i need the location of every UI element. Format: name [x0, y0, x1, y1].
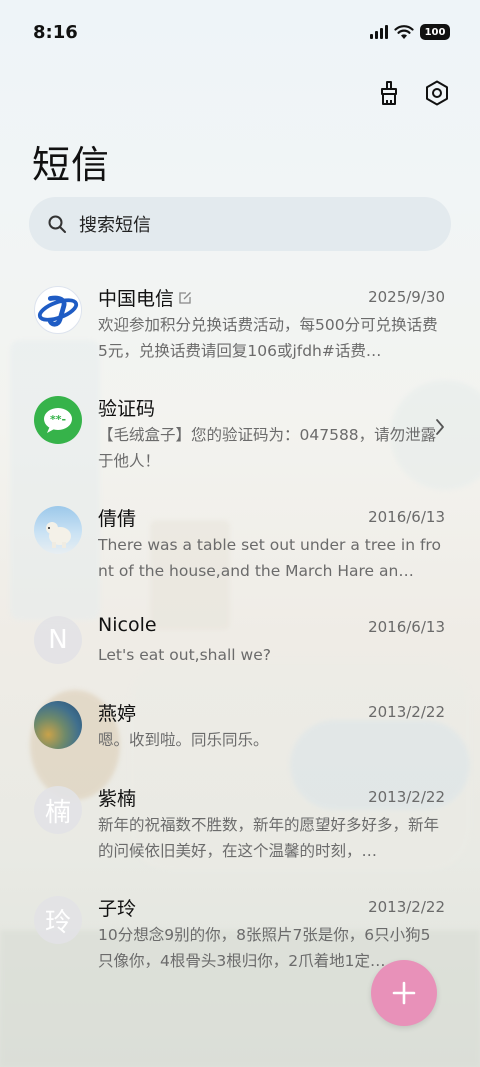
signal-icon: [370, 25, 388, 39]
conversation-item[interactable]: 中国电信 2025/9/30 欢迎参加积分兑换话费活动，每500分可兑换话费5元…: [0, 286, 480, 386]
contact-name: 验证码: [98, 398, 156, 420]
new-message-button[interactable]: [371, 960, 437, 1026]
message-preview: There was a table set out under a tree i…: [98, 536, 441, 580]
status-time: 8:16: [33, 22, 78, 43]
contact-name: Nicole: [98, 614, 157, 636]
page-title: 短信: [32, 143, 111, 187]
message-preview: 嗯。收到啦。同乐同乐。: [98, 731, 269, 749]
message-preview: 【毛绒盒子】您的验证码为：047588，请勿泄露于他人！: [98, 426, 437, 470]
message-date: 2016/6/13: [368, 618, 445, 636]
contact-name: 中国电信: [98, 288, 175, 310]
edit-note-icon: [179, 291, 191, 304]
broom-icon[interactable]: [374, 78, 404, 108]
wifi-icon: [394, 25, 414, 39]
contact-name: 燕婷: [98, 703, 137, 725]
search-icon: [48, 215, 66, 233]
conversation-item[interactable]: **- 验证码 【毛绒盒子】您的验证码为：047588，请勿泄露于他人！: [0, 396, 480, 496]
plus-icon: [392, 981, 416, 1005]
avatar-letter: N: [34, 616, 82, 664]
status-bar: 8:16 100: [0, 0, 480, 66]
conversation-item[interactable]: 倩倩 2016/6/13 There was a table set out u…: [0, 506, 480, 606]
battery-icon: 100: [420, 24, 450, 40]
china-telecom-logo: [34, 286, 82, 334]
chevron-right-icon[interactable]: [434, 418, 446, 436]
contact-name: 子玲: [98, 898, 137, 920]
avatar-letter: 楠: [34, 786, 82, 834]
message-date: 2013/2/22: [368, 898, 445, 916]
landscape-photo: [34, 701, 82, 749]
header-toolbar: [374, 78, 452, 108]
polar-bear-photo: [34, 506, 82, 554]
avatar-letter: 玲: [34, 896, 82, 944]
search-bar[interactable]: 搜索短信: [29, 197, 451, 251]
message-preview: 新年的祝福数不胜数，新年的愿望好多好多，新年的问候依旧美好，在这个温馨的时刻，…: [98, 816, 440, 860]
search-placeholder: 搜索短信: [79, 215, 151, 236]
conversation-item[interactable]: 楠 紫楠 2013/2/22 新年的祝福数不胜数，新年的愿望好多好多，新年的问候…: [0, 786, 480, 886]
status-icons: 100: [370, 24, 450, 40]
message-preview: 欢迎参加积分兑换话费活动，每500分可兑换话费5元，兑换话费请回复106或jfd…: [98, 316, 438, 360]
gear-icon[interactable]: [422, 78, 452, 108]
message-preview: Let's eat out,shall we?: [98, 646, 271, 664]
messages-screen: 8:16 100 短信 搜索短信 中国电信 2025/9/30 欢迎参加积分兑换…: [0, 0, 480, 1067]
message-bubble-icon: **-: [34, 396, 82, 444]
contact-name: 倩倩: [98, 508, 137, 530]
message-date: 2016/6/13: [368, 508, 445, 526]
message-date: 2025/9/30: [368, 288, 445, 306]
contact-name: 紫楠: [98, 788, 137, 810]
svg-text:**-: **-: [50, 413, 66, 426]
message-date: 2013/2/22: [368, 703, 445, 721]
message-date: 2013/2/22: [368, 788, 445, 806]
